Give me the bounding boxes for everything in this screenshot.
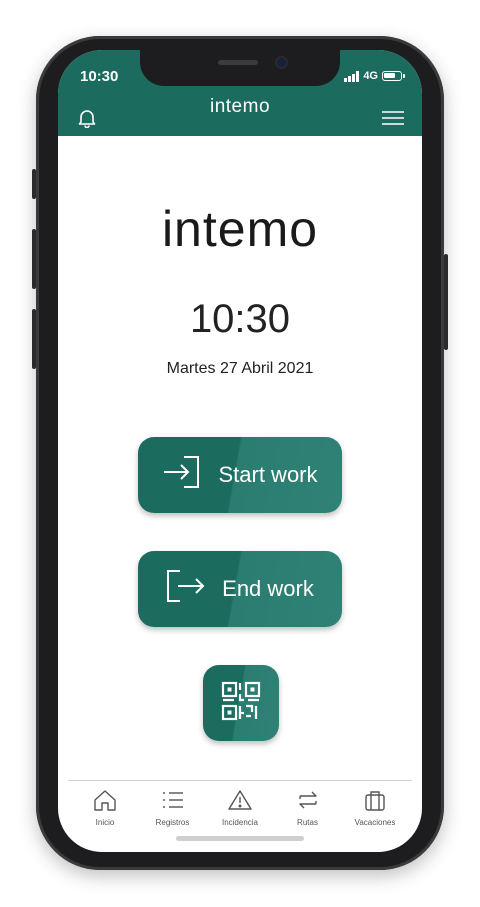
tab-label: Incidencia <box>221 818 259 827</box>
tab-label: Vacaciones <box>354 818 396 827</box>
bottom-tab-bar: Inicio Registros Incidencia Rutas Vacaci… <box>68 780 412 829</box>
start-work-label: Start work <box>218 462 318 487</box>
tab-inicio[interactable]: Inicio <box>72 781 138 829</box>
tab-registros[interactable]: Registros <box>140 781 206 829</box>
camera <box>277 58 286 67</box>
signal-icon <box>344 70 360 82</box>
mute-switch <box>32 169 36 199</box>
network-type: 4G <box>363 70 378 82</box>
end-work-label: End work <box>222 576 314 601</box>
warning-icon <box>227 789 253 816</box>
sign-out-icon <box>166 569 206 609</box>
sign-in-icon <box>162 455 202 495</box>
app-screen: 10:30 4G intemo intemo 10:30 Martes 27 A… <box>58 50 422 852</box>
current-time: 10:30 <box>189 297 291 341</box>
tab-incidencia[interactable]: Incidencia <box>207 781 273 829</box>
notch <box>140 50 340 86</box>
status-indicators: 4G <box>344 70 405 82</box>
list-icon <box>161 789 185 816</box>
end-work-button[interactable]: End work <box>138 551 342 627</box>
status-time: 10:30 <box>80 68 119 85</box>
routes-icon <box>296 789 320 816</box>
tab-label: Registros <box>155 818 190 827</box>
tab-label: Inicio <box>95 818 115 827</box>
brand-logo: intemo <box>161 201 319 257</box>
tab-label: Rutas <box>297 818 318 827</box>
battery-icon <box>382 71 405 81</box>
header-title: intemo <box>209 96 271 117</box>
start-work-button[interactable]: Start work <box>138 437 342 513</box>
current-date: Martes 27 Abril 2021 <box>166 360 314 377</box>
menu-icon[interactable] <box>382 110 404 131</box>
tab-vacaciones[interactable]: Vacaciones <box>342 781 408 829</box>
suitcase-icon <box>363 789 387 816</box>
tab-rutas[interactable]: Rutas <box>275 781 341 829</box>
qr-code-icon <box>220 680 262 727</box>
power-button <box>444 254 448 350</box>
bell-icon[interactable] <box>78 108 96 133</box>
volume-up-button <box>32 229 36 289</box>
volume-down-button <box>32 309 36 369</box>
home-indicator[interactable] <box>176 836 304 841</box>
home-icon <box>93 789 117 816</box>
qr-scan-button[interactable] <box>203 665 279 741</box>
speaker <box>218 60 258 65</box>
